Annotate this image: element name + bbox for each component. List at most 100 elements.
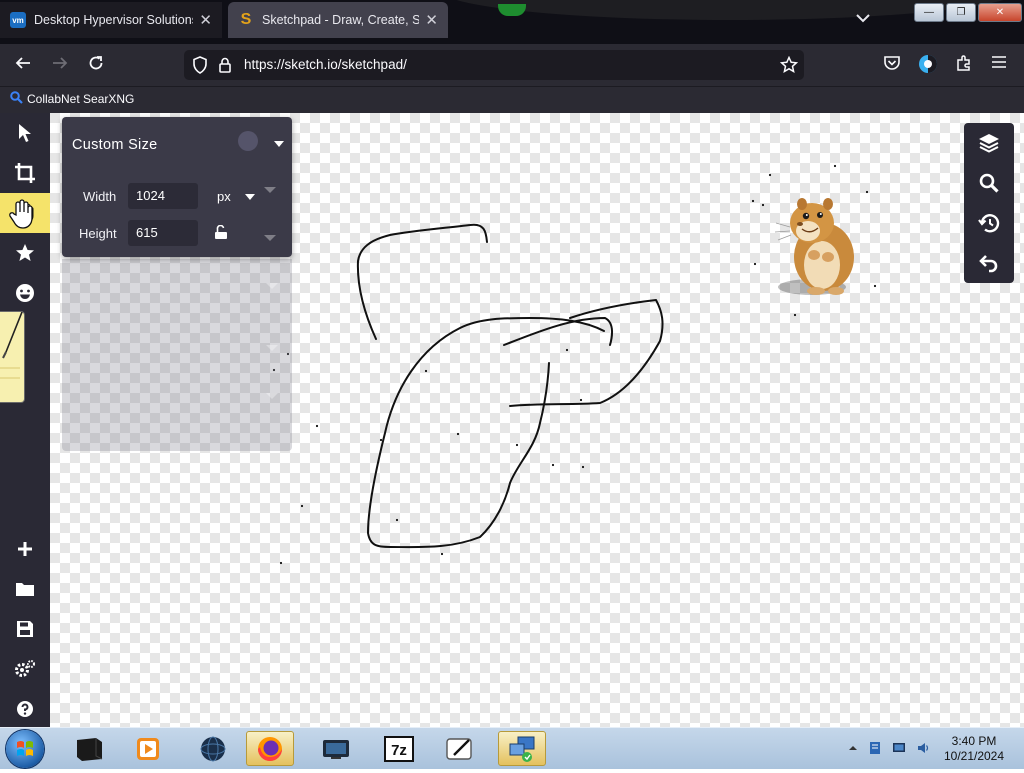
hamster-sticker[interactable]: [772, 191, 858, 301]
panel-indicator: [238, 131, 258, 151]
width-label: Width: [83, 189, 117, 204]
close-tab-icon[interactable]: ✕: [199, 11, 212, 29]
tray-speaker-icon[interactable]: [916, 741, 930, 755]
open-button[interactable]: [0, 569, 50, 609]
tray-expand-icon[interactable]: [846, 741, 860, 755]
crop-tool[interactable]: [0, 153, 50, 193]
stamp-tool[interactable]: [0, 233, 50, 273]
back-icon[interactable]: [14, 54, 32, 77]
size-preset-select[interactable]: Custom Size: [72, 137, 158, 153]
close-tab-icon[interactable]: ✕: [425, 11, 438, 29]
new-button[interactable]: [0, 529, 50, 569]
network-computer-icon: [509, 736, 535, 762]
terminal-icon: [77, 737, 103, 761]
bookmarks-toolbar: CollabNet SearXNG: [0, 86, 1024, 113]
notepad-sticker[interactable]: [0, 311, 25, 403]
unit-select[interactable]: px: [217, 189, 231, 204]
width-input[interactable]: 1024: [128, 183, 198, 209]
svg-text:7z: 7z: [391, 742, 407, 759]
navigation-bar: https://sketch.io/sketchpad/: [0, 44, 1024, 86]
emoji-icon: [16, 284, 34, 302]
gear-icon: [15, 660, 35, 677]
aspect-lock-icon[interactable]: [214, 225, 228, 239]
remote-desktop-icon: [323, 739, 349, 759]
layers-icon: [979, 134, 999, 153]
magnifier-icon: [979, 173, 999, 193]
bookmark-collabnet-searxng[interactable]: CollabNet SearXNG: [10, 91, 134, 107]
notepad-icon: [446, 737, 472, 760]
lock-icon[interactable]: [218, 56, 232, 77]
floppy-icon: [17, 621, 33, 637]
browser-tab-bar: vm Desktop Hypervisor Solutions | ✕ S Sk…: [0, 0, 1024, 44]
stroke-1: [356, 223, 488, 340]
unit-chevron-down-icon[interactable]: [245, 194, 255, 200]
reload-icon[interactable]: [87, 54, 105, 77]
mouse-cursor-hand-icon: [9, 199, 33, 229]
select-tool[interactable]: [0, 113, 50, 153]
firefox-icon: [258, 736, 282, 761]
taskbar-remote-desktop[interactable]: [312, 731, 360, 766]
save-button[interactable]: [0, 609, 50, 649]
7zip-icon: 7z: [384, 735, 414, 762]
history-button[interactable]: [964, 203, 1014, 243]
height-input[interactable]: 615: [128, 220, 198, 246]
history-icon: [978, 214, 1000, 233]
taskbar-network-globe[interactable]: [189, 731, 237, 766]
taskbar-terminal[interactable]: [65, 731, 113, 766]
crop-icon: [15, 163, 35, 183]
vpn-extension-icon[interactable]: [918, 54, 938, 79]
tab-title: Sketchpad - Draw, Create, Share: [262, 13, 420, 27]
taskbar-network-computer[interactable]: [498, 731, 546, 766]
emoji-tool[interactable]: [0, 273, 50, 313]
clock-date: 10/21/2024: [943, 749, 1005, 763]
pointer-icon: [19, 124, 31, 142]
address-bar[interactable]: https://sketch.io/sketchpad/: [184, 50, 804, 80]
sketchpad-app: Custom Size Width 1024 px Height 615: [0, 113, 1024, 727]
start-button[interactable]: [6, 730, 44, 768]
folder-icon: [16, 583, 34, 596]
bookmark-star-icon[interactable]: [779, 55, 799, 77]
pocket-icon[interactable]: [883, 54, 901, 77]
vmware-icon: vm: [10, 12, 26, 28]
media-player-icon: [137, 737, 159, 760]
undo-button[interactable]: [964, 243, 1014, 283]
taskbar-notepad[interactable]: [436, 731, 484, 766]
tray-display-icon[interactable]: [892, 741, 906, 755]
canvas-size-panel: Custom Size Width 1024 px Height 615: [62, 117, 292, 257]
stroke-4: [509, 299, 664, 407]
tab-title: Desktop Hypervisor Solutions |: [34, 13, 194, 27]
search-icon: [10, 91, 23, 107]
ghost-chevron-icon: [264, 187, 276, 193]
zoom-button[interactable]: [964, 163, 1014, 203]
layers-button[interactable]: [964, 123, 1014, 163]
extensions-icon[interactable]: [955, 54, 973, 77]
tab-sketchpad[interactable]: S Sketchpad - Draw, Create, Share ✕: [228, 2, 448, 38]
height-label: Height: [79, 226, 117, 241]
tray-action-center-icon[interactable]: [868, 741, 882, 755]
taskbar-7zip[interactable]: 7z: [375, 731, 423, 766]
network-globe-icon: [200, 736, 226, 761]
tab-desktop-hypervisor[interactable]: vm Desktop Hypervisor Solutions | ✕: [0, 2, 222, 38]
ghost-chevron-icon: [264, 235, 276, 241]
url-text[interactable]: https://sketch.io/sketchpad/: [244, 57, 407, 72]
bookmark-label: CollabNet SearXNG: [27, 92, 135, 106]
question-icon: [17, 701, 33, 717]
settings-button[interactable]: [0, 649, 50, 689]
windows-logo-icon: [17, 741, 33, 756]
taskbar-media-player[interactable]: [124, 731, 172, 766]
tab-list-chevron-icon[interactable]: [856, 10, 870, 26]
minimize-button[interactable]: —: [914, 3, 944, 22]
window-controls: — ❐ ✕: [914, 3, 1022, 22]
help-button[interactable]: [0, 689, 50, 727]
forward-icon[interactable]: [51, 54, 69, 77]
plus-icon: [18, 542, 32, 556]
maximize-button[interactable]: ❐: [946, 3, 976, 22]
tracking-shield-icon[interactable]: [192, 56, 208, 77]
system-clock[interactable]: 3:40 PM 10/21/2024: [936, 734, 1012, 764]
chevron-down-icon[interactable]: [274, 141, 284, 147]
menu-icon[interactable]: [991, 54, 1007, 75]
right-toolbar: [964, 123, 1014, 283]
clock-time: 3:40 PM: [951, 734, 997, 748]
taskbar-firefox[interactable]: [246, 731, 294, 766]
close-window-button[interactable]: ✕: [978, 3, 1022, 22]
